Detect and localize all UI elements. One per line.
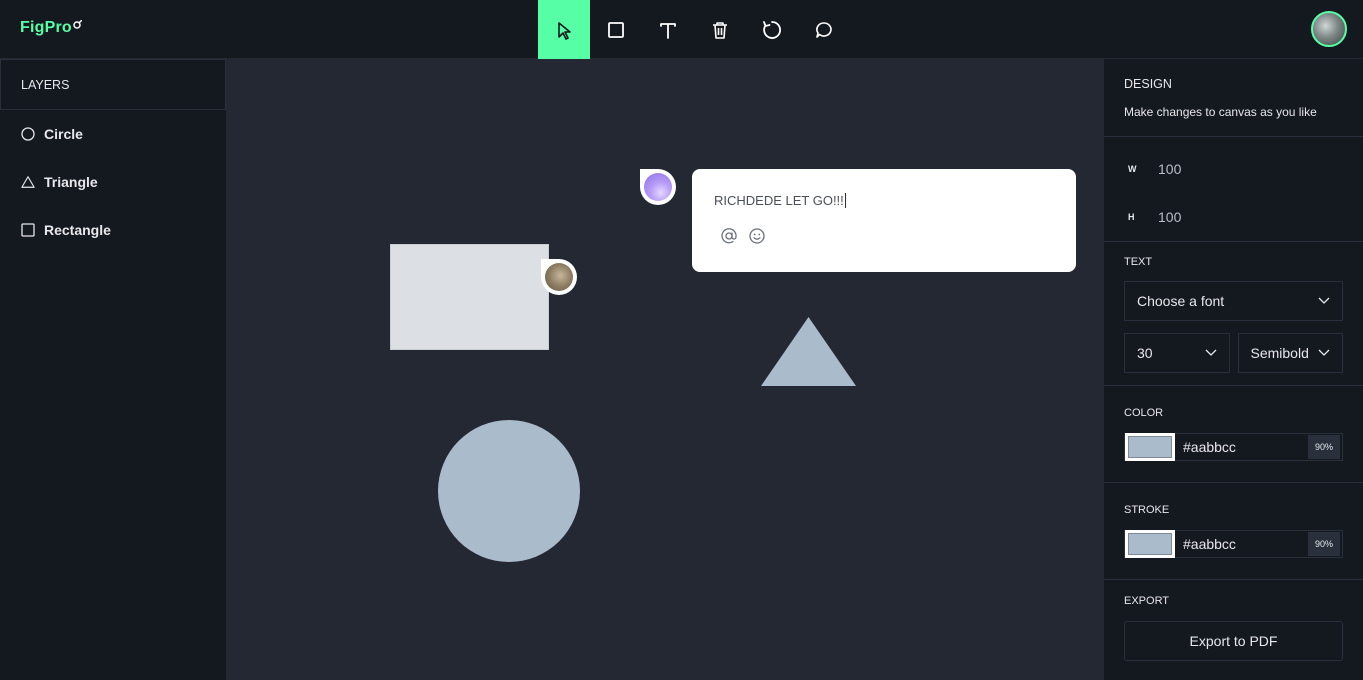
circle-shape[interactable] xyxy=(438,420,580,562)
font-family-value: Choose a font xyxy=(1137,293,1225,309)
export-section: EXPORT Export to PDF xyxy=(1104,580,1363,661)
fill-color-swatch[interactable] xyxy=(1125,433,1175,461)
fill-opacity[interactable]: 90% xyxy=(1308,435,1340,459)
width-field[interactable]: W 100 xyxy=(1124,157,1343,181)
layer-item-triangle[interactable]: Triangle xyxy=(0,158,226,206)
trash-icon xyxy=(713,21,727,39)
fill-color-field[interactable]: #aabbcc 90% xyxy=(1124,433,1343,461)
stroke-color-field[interactable]: #aabbcc 90% xyxy=(1124,530,1343,558)
design-canvas[interactable]: RICHDEDE LET GO!!! xyxy=(227,59,1103,680)
font-family-select[interactable]: Choose a font xyxy=(1124,281,1343,321)
text-title: TEXT xyxy=(1124,256,1153,268)
fill-color-hex[interactable]: #aabbcc xyxy=(1175,439,1308,455)
design-subtitle: Make changes to canvas as you like xyxy=(1124,105,1317,119)
height-input[interactable]: 100 xyxy=(1158,209,1181,225)
font-size-value: 30 xyxy=(1137,345,1153,361)
chevron-down-icon xyxy=(1318,349,1330,356)
top-navbar: FigPro xyxy=(0,0,1363,59)
properties-panel: DESIGN Make changes to canvas as you lik… xyxy=(1103,59,1363,680)
text-section: TEXT Choose a font 30 Semibold xyxy=(1104,242,1363,386)
width-input[interactable]: 100 xyxy=(1158,161,1181,177)
width-label: W xyxy=(1128,164,1137,174)
square-icon xyxy=(21,223,35,237)
chevron-down-icon xyxy=(1318,297,1330,304)
layer-item-circle[interactable]: Circle xyxy=(0,110,226,158)
layer-item-label: Triangle xyxy=(44,174,98,190)
circle-icon xyxy=(21,127,35,141)
export-title: EXPORT xyxy=(1124,595,1170,607)
layer-item-label: Circle xyxy=(44,126,83,142)
comment-avatar xyxy=(545,263,573,291)
delete-tool-button[interactable] xyxy=(694,0,746,59)
select-tool-button[interactable] xyxy=(538,0,590,59)
dimensions-section: W 100 H 100 xyxy=(1104,137,1363,242)
comment-pin[interactable] xyxy=(541,259,577,295)
logo[interactable]: FigPro xyxy=(20,19,82,37)
comment-text: RICHDEDE LET GO!!! xyxy=(714,193,844,208)
reset-tool-button[interactable] xyxy=(746,0,798,59)
chevron-down-icon xyxy=(1205,349,1216,356)
layer-item-rectangle[interactable]: Rectangle xyxy=(0,206,226,254)
height-label: H xyxy=(1128,212,1135,222)
square-icon xyxy=(608,21,624,38)
stroke-color-hex[interactable]: #aabbcc xyxy=(1175,536,1308,552)
text-icon xyxy=(660,22,676,39)
design-section: DESIGN Make changes to canvas as you lik… xyxy=(1104,59,1363,137)
stroke-section: STROKE #aabbcc 90% xyxy=(1104,483,1363,580)
text-tool-button[interactable] xyxy=(642,0,694,59)
color-section: COLOR #aabbcc 90% xyxy=(1104,386,1363,483)
color-title: COLOR xyxy=(1124,407,1164,419)
comment-composer: RICHDEDE LET GO!!! xyxy=(692,169,1076,272)
pen-nib-icon xyxy=(73,20,82,29)
triangle-shape[interactable] xyxy=(761,316,857,387)
cursor-icon xyxy=(558,21,571,40)
layer-item-label: Rectangle xyxy=(44,222,111,238)
comment-actions xyxy=(714,226,1054,246)
comment-input[interactable]: RICHDEDE LET GO!!! xyxy=(714,193,1054,208)
export-pdf-button[interactable]: Export to PDF xyxy=(1124,621,1343,661)
height-field[interactable]: H 100 xyxy=(1124,205,1343,229)
font-options-row: 30 Semibold xyxy=(1124,333,1343,373)
design-title: DESIGN xyxy=(1124,77,1172,91)
reset-icon xyxy=(763,20,781,39)
triangle-icon xyxy=(21,175,35,189)
comment-icon xyxy=(816,21,832,38)
layers-panel: LAYERS Circle Triangle Rectangle xyxy=(0,59,227,680)
at-sign-icon xyxy=(721,228,737,244)
rectangle-tool-button[interactable] xyxy=(590,0,642,59)
stroke-title: STROKE xyxy=(1124,504,1170,516)
comment-tool-button[interactable] xyxy=(798,0,850,59)
comment-avatar xyxy=(644,173,672,201)
emoji-button[interactable] xyxy=(747,226,767,246)
logo-text: FigPro xyxy=(20,19,72,36)
stroke-opacity[interactable]: 90% xyxy=(1308,532,1340,556)
comment-pin[interactable] xyxy=(640,169,676,205)
rectangle-shape[interactable] xyxy=(390,244,549,350)
user-avatar[interactable] xyxy=(1311,11,1347,47)
layers-title: LAYERS xyxy=(0,59,226,110)
text-caret xyxy=(844,193,846,208)
toolbar xyxy=(538,0,850,59)
stroke-color-swatch[interactable] xyxy=(1125,530,1175,558)
font-weight-select[interactable]: Semibold xyxy=(1237,333,1343,373)
smiley-icon xyxy=(749,228,765,244)
mention-button[interactable] xyxy=(719,226,739,246)
font-weight-value: Semibold xyxy=(1250,345,1309,361)
font-size-select[interactable]: 30 xyxy=(1124,333,1230,373)
